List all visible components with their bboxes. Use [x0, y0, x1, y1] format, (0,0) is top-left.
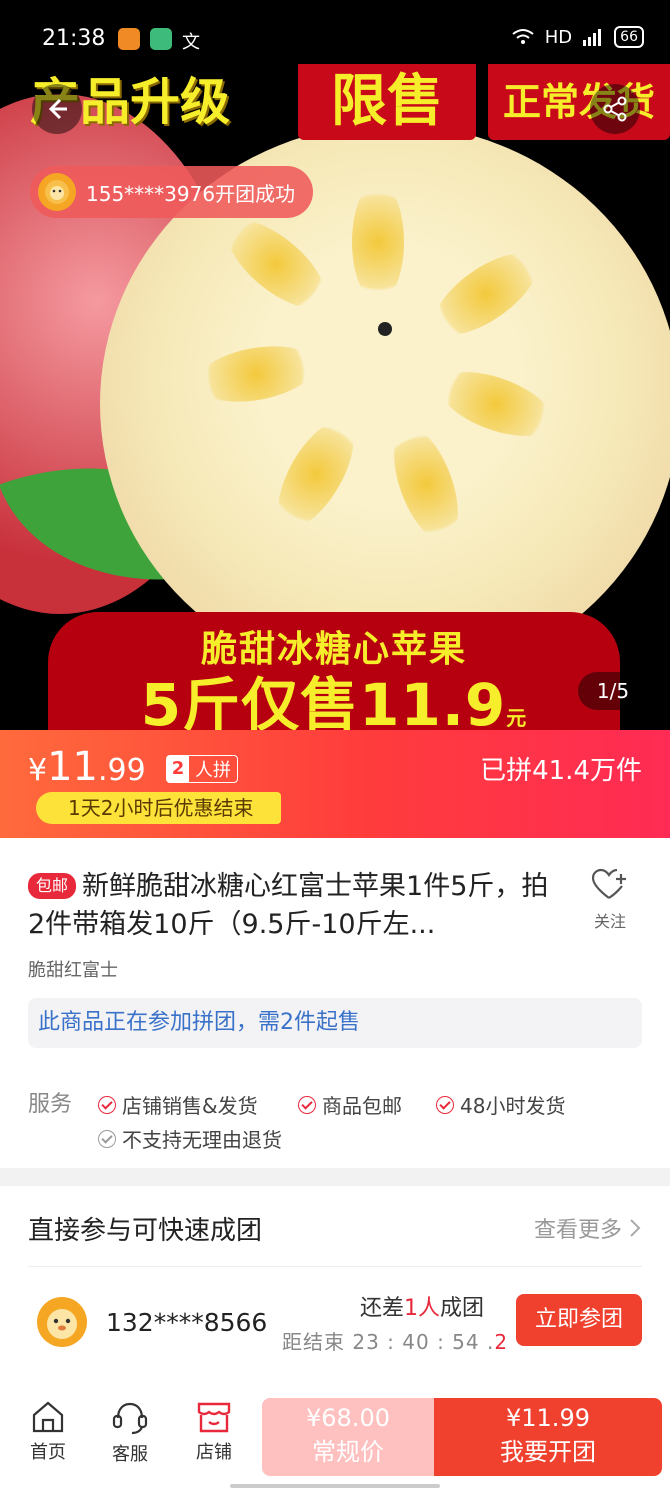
home-icon — [32, 1401, 64, 1433]
lion-avatar-icon — [38, 173, 76, 211]
quick-group-title: 直接参与可快速成团 — [28, 1216, 263, 1246]
check-circle-icon — [98, 1095, 116, 1114]
check-circle-icon — [298, 1095, 316, 1114]
follow-button[interactable]: 关注 — [584, 868, 636, 932]
customer-service-icon — [112, 1402, 148, 1435]
battery-icon: 66 — [614, 26, 644, 48]
group-timer: 距结束 23 : 40 : 54 .2 — [282, 1330, 509, 1354]
signal-icon — [583, 29, 602, 46]
chevron-right-icon — [630, 1219, 641, 1237]
discount-countdown: 1天2小时后优惠结束 — [36, 792, 282, 824]
arrow-left-icon — [48, 98, 67, 120]
service-item[interactable]: 商品包邮 — [298, 1090, 402, 1119]
joined-count: 已拼41.4万件 — [480, 756, 642, 786]
product-info-card: 包邮 新鲜脆甜冰糖心红富士苹果1件5斤，拍2件带箱发10斤（9.5斤-10斤左..… — [0, 838, 670, 1168]
apple-core — [378, 322, 392, 336]
product-subtitle: 脆甜红富士 — [28, 960, 118, 981]
status-time: 21:38 — [42, 26, 106, 51]
app-notification-icon — [150, 28, 172, 50]
tab-store[interactable]: 店铺 — [184, 1400, 244, 1464]
service-item[interactable]: 不支持无理由退货 — [98, 1124, 282, 1153]
service-item[interactable]: 48小时发货 — [436, 1090, 565, 1119]
tab-customer-service[interactable]: 客服 — [100, 1400, 160, 1466]
wifi-icon — [512, 29, 534, 44]
join-group-button[interactable]: 立即参团 — [516, 1294, 642, 1346]
toast-text: 155****3976开团成功 — [86, 181, 296, 206]
app-notification-icon — [118, 28, 140, 50]
network-label: HD — [544, 26, 573, 48]
divider — [28, 1266, 642, 1267]
status-bar: 21:38 文 HD 66 — [0, 0, 670, 64]
promo-unit: 元 — [506, 706, 528, 730]
check-circle-icon — [98, 1129, 116, 1148]
app-notification-icon: 文 — [182, 32, 200, 53]
product-image-carousel[interactable]: 产品升级 限售 正常发货 155****3976开团成功 脆甜冰糖心苹果 5斤仅… — [0, 64, 670, 730]
group-short-status: 还差1人成团 — [360, 1296, 485, 1321]
free-shipping-badge: 包邮 — [28, 873, 77, 899]
tab-home[interactable]: 首页 — [18, 1400, 78, 1464]
lion-avatar-icon — [37, 1297, 87, 1347]
share-button[interactable] — [590, 84, 640, 134]
heart-plus-icon — [591, 868, 626, 899]
share-icon — [603, 96, 627, 122]
avatar — [34, 1294, 90, 1350]
status-indicators: HD 66 — [511, 26, 644, 48]
check-circle-icon — [436, 1095, 454, 1114]
home-indicator[interactable] — [230, 1484, 440, 1488]
group-success-toast: 155****3976开团成功 — [30, 166, 314, 218]
promo-line1: 脆甜冰糖心苹果 — [200, 629, 467, 670]
group-price: ¥11.99 — [28, 744, 146, 790]
promo-ribbon: 脆甜冰糖心苹果 5斤仅售11.9元 — [48, 612, 620, 730]
group-leader-name: 132****8566 — [106, 1308, 268, 1337]
price-bar: ¥11.99 2 人拼 已拼41.4万件 1天2小时后优惠结束 — [0, 730, 670, 838]
banner-limited: 限售 — [298, 64, 476, 140]
carousel-pager: 1/5 — [578, 672, 648, 710]
promo-line2: 5斤仅售11.9元 — [140, 671, 528, 730]
group-size-tag: 2 人拼 — [166, 755, 238, 783]
back-button[interactable] — [32, 84, 82, 134]
store-icon — [197, 1402, 231, 1433]
group-notice: 此商品正在参加拼团，需2件起售 — [28, 998, 642, 1048]
service-item[interactable]: 店铺销售&发货 — [98, 1090, 258, 1119]
services-label[interactable]: 服务 — [28, 1086, 72, 1118]
bottom-action-bar: 首页 客服 店铺 ¥68.00 常规价 ¥11.99 我要开团 — [0, 1390, 670, 1490]
product-title: 包邮 新鲜脆甜冰糖心红富士苹果1件5斤，拍2件带箱发10斤（9.5斤-10斤左..… — [28, 871, 549, 940]
apple-seed-shape — [352, 182, 404, 302]
banner-shipping: 正常发货 — [488, 64, 670, 140]
buy-regular-button[interactable]: ¥68.00 常规价 — [262, 1398, 434, 1476]
open-group-button[interactable]: ¥11.99 我要开团 — [434, 1398, 662, 1476]
view-more-link[interactable]: 查看更多 — [534, 1212, 642, 1244]
quick-group-card: 直接参与可快速成团 查看更多 132****8566 还差1人成团 距结束 23… — [0, 1186, 670, 1390]
